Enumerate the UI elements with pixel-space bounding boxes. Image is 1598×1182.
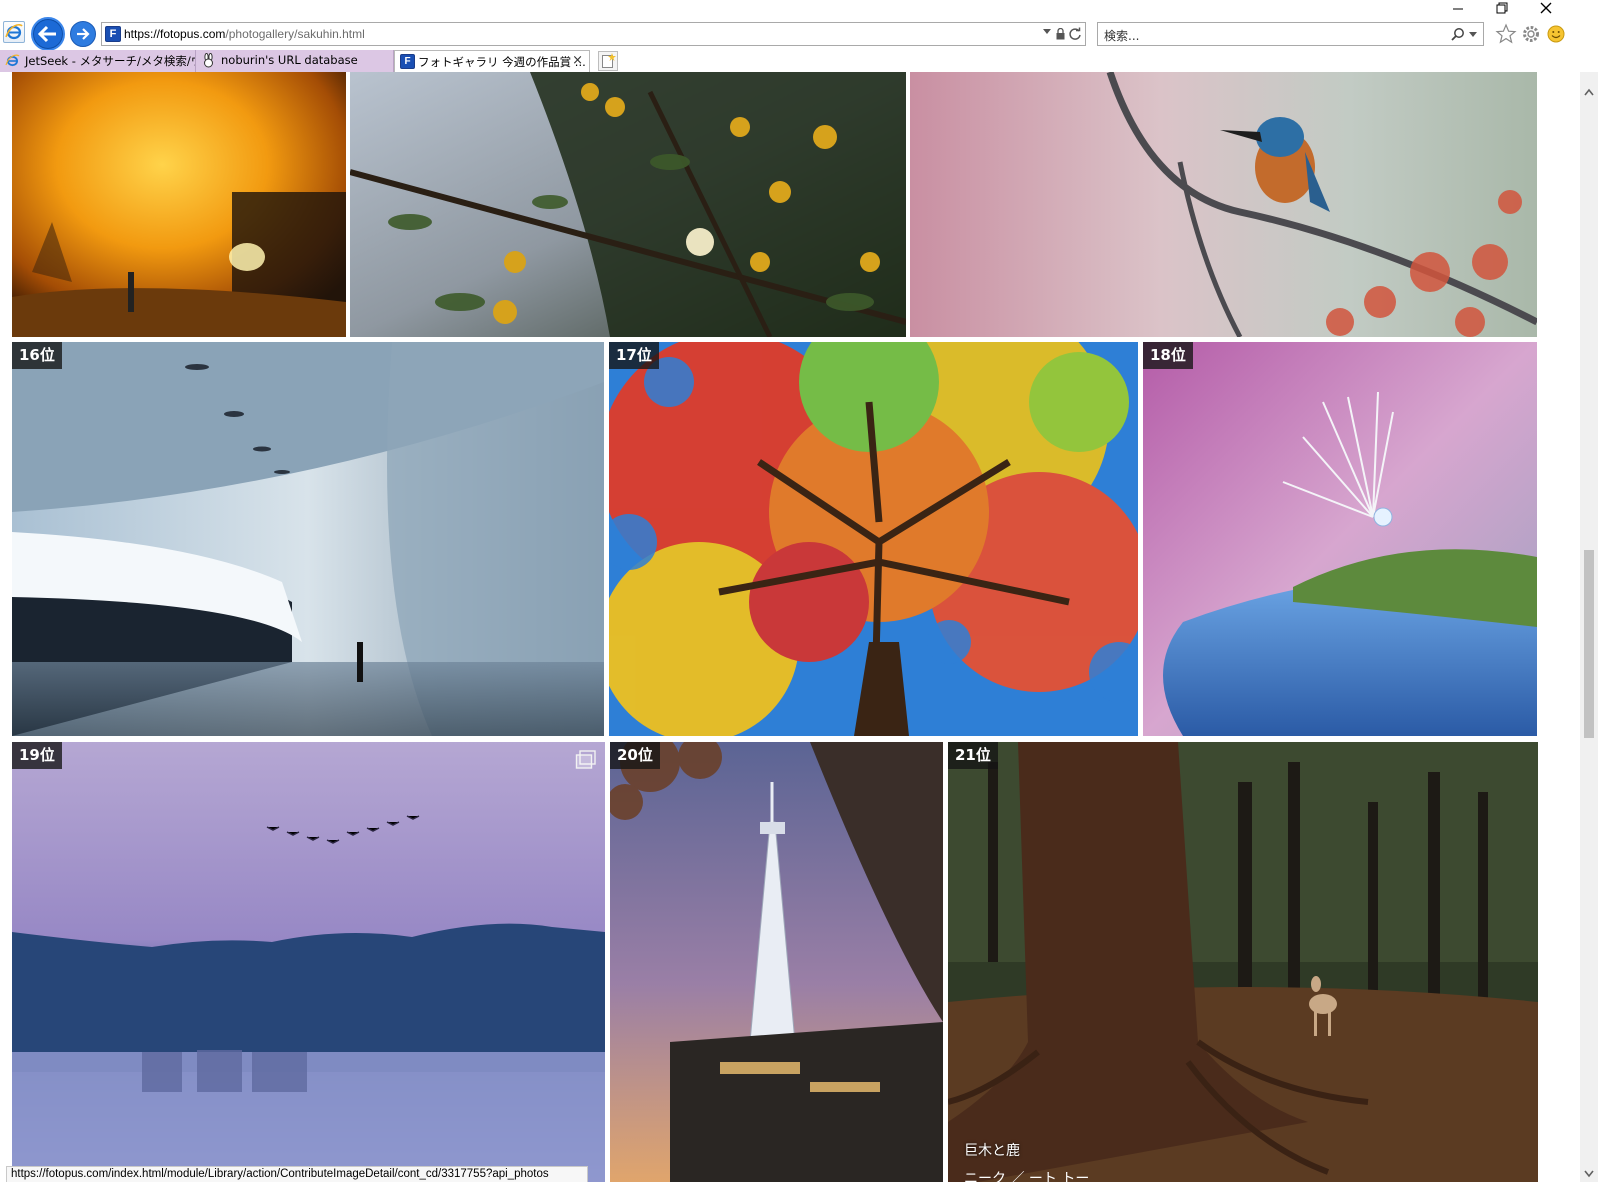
url-text[interactable]: https://fotopus.com/photogallery/sakuhin… [124, 27, 365, 41]
tab-label: JetSeek - メタサーチ/メタ検索/ウェ... [25, 54, 195, 68]
ie-page-icon [5, 54, 20, 67]
photo-rank-17[interactable]: 17位 [609, 342, 1138, 736]
photo-rank-21[interactable]: 21位 巨木と鹿 ニーク ／ ート トー [948, 742, 1538, 1182]
vertical-scrollbar[interactable] [1580, 72, 1598, 1182]
arrow-right-icon [77, 28, 90, 40]
url-path: /photogallery/sakuhin.html [225, 27, 365, 41]
photo-title: 巨木と鹿 [964, 1143, 1020, 1159]
photo-image [12, 742, 605, 1182]
photo-image [948, 742, 1538, 1182]
photo-image [609, 342, 1138, 736]
photo-ginkgo-night[interactable] [12, 72, 346, 337]
photo-image [910, 72, 1537, 337]
stack-icon [575, 750, 596, 769]
forward-button[interactable] [70, 21, 96, 47]
back-button[interactable] [31, 17, 65, 51]
photo-kingfisher[interactable] [910, 72, 1537, 337]
photo-rank-19[interactable]: 19位 [12, 742, 605, 1182]
photo-rank-20[interactable]: 20位 [610, 742, 943, 1182]
rabbit-icon [204, 53, 213, 68]
tab-noburin[interactable]: noburin's URL database [196, 50, 394, 72]
tab-label: noburin's URL database [221, 53, 358, 67]
rank-badge: 21位 [948, 742, 998, 769]
url-host: https://fotopus.com [124, 27, 226, 41]
tab-close-icon[interactable]: × [572, 53, 583, 68]
photo-author: ニーク ／ ート トー [964, 1171, 1090, 1182]
fotopus-favicon-icon: F [400, 54, 415, 69]
tab-jetseek[interactable]: JetSeek - メタサーチ/メタ検索/ウェ... [0, 50, 196, 72]
arrow-left-icon [37, 25, 56, 43]
feedback-smiley-icon[interactable] [1545, 23, 1567, 45]
address-bar[interactable]: F https://fotopus.com/photogallery/sakuh… [101, 22, 1086, 46]
photo-image [12, 72, 346, 337]
favorites-star-icon[interactable] [1495, 23, 1517, 45]
photo-rank-18[interactable]: 18位 [1143, 342, 1537, 736]
search-placeholder: 検索... [1104, 29, 1140, 43]
ie-logo-icon [3, 21, 25, 43]
site-favicon-icon: F [105, 26, 121, 42]
scroll-up-icon[interactable] [1584, 88, 1594, 96]
refresh-icon[interactable] [1068, 27, 1082, 41]
address-dropdown-icon[interactable] [1043, 29, 1051, 34]
search-icon[interactable] [1451, 27, 1465, 41]
rank-badge: 20位 [610, 742, 660, 769]
status-url: https://fotopus.com/index.html/module/Li… [6, 1166, 588, 1182]
rank-badge: 18位 [1143, 342, 1193, 369]
rank-badge: 17位 [609, 342, 659, 369]
page-viewport: 16位 17位 18位 19位 20位 21位 巨木と鹿 ニーク ／ ート トー [0, 72, 1580, 1182]
scroll-down-icon[interactable] [1584, 1170, 1594, 1178]
photo-image [12, 342, 604, 736]
search-dropdown-icon[interactable] [1469, 32, 1477, 37]
new-tab-icon [602, 53, 616, 68]
new-tab-button[interactable] [598, 51, 618, 71]
tab-fotopus[interactable]: F フォトギャラリ 今週の作品賞 ... × [394, 50, 590, 72]
photo-image [1143, 342, 1537, 736]
photo-rank-16[interactable]: 16位 [12, 342, 604, 736]
tab-label: フォトギャラリ 今週の作品賞 ... [418, 55, 586, 69]
tab-strip: JetSeek - メタサーチ/メタ検索/ウェ... noburin's URL… [0, 50, 1598, 72]
search-input[interactable]: 検索... [1097, 22, 1484, 46]
lock-icon[interactable] [1056, 28, 1065, 40]
rank-badge: 19位 [12, 742, 62, 769]
browser-chrome: F https://fotopus.com/photogallery/sakuh… [0, 0, 1598, 72]
rank-badge: 16位 [12, 342, 62, 369]
photo-image [610, 742, 943, 1182]
settings-gear-icon[interactable] [1520, 23, 1542, 45]
scrollbar-thumb[interactable] [1584, 550, 1594, 738]
photo-yuzu-moon[interactable] [350, 72, 906, 337]
navigation-bar: F https://fotopus.com/photogallery/sakuh… [0, 14, 1598, 52]
photo-image [350, 72, 906, 337]
